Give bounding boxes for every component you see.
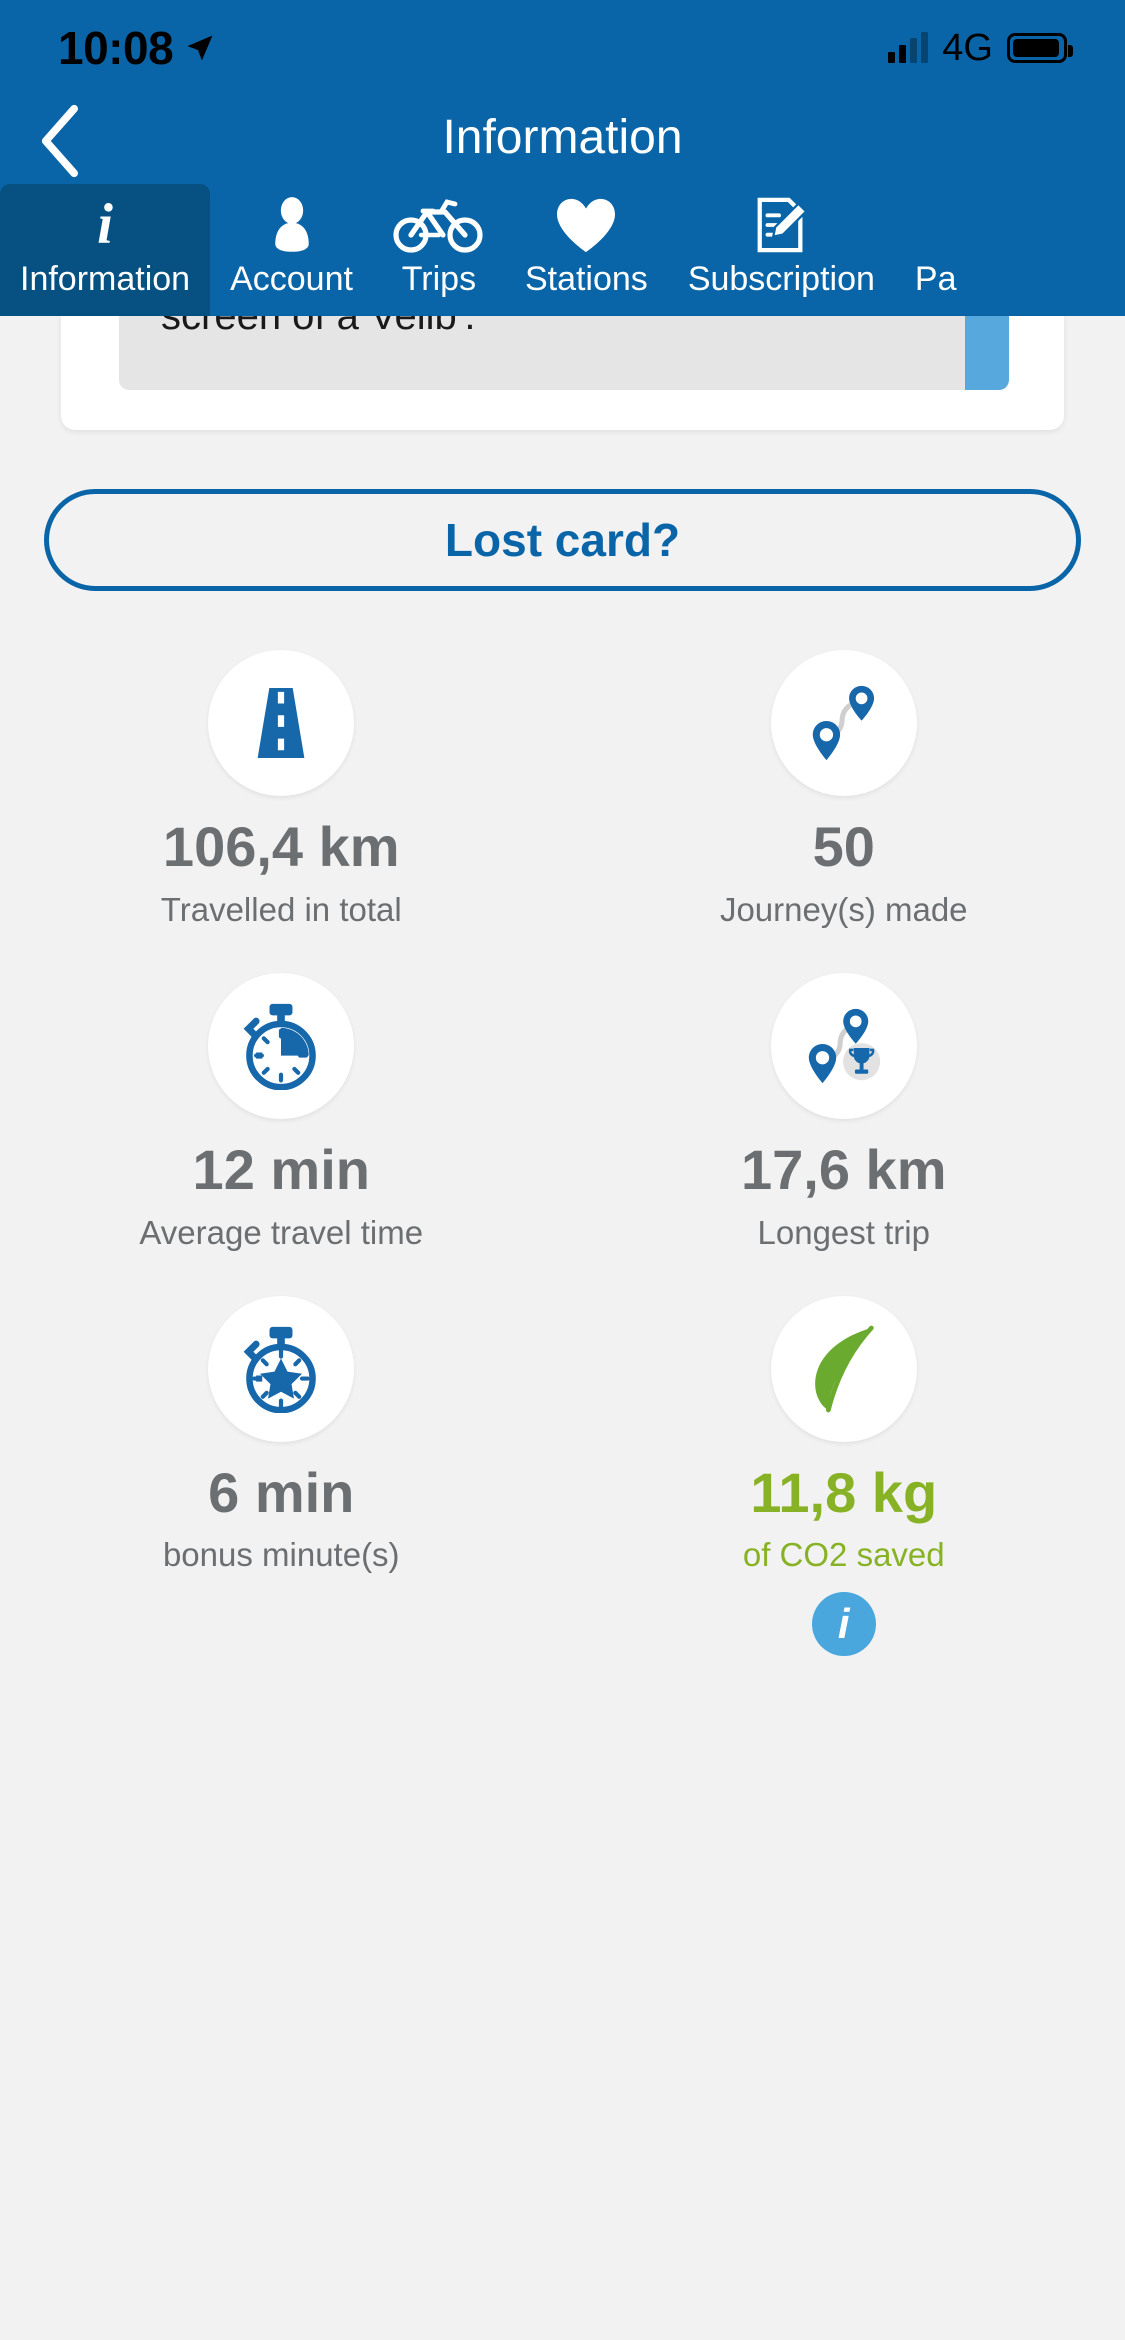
stat-icon-bubble xyxy=(770,650,917,796)
stat-value: 106,4 km xyxy=(162,815,400,878)
signal-bars-icon xyxy=(888,32,929,63)
stopwatch-icon xyxy=(243,1003,317,1090)
stat-icon-bubble xyxy=(208,650,355,796)
stat-travelled-in-total: 106,4 km Travelled in total xyxy=(0,650,563,937)
stopwatch-star-icon xyxy=(243,1326,317,1413)
tab-label: Trips xyxy=(401,260,477,298)
person-icon xyxy=(265,192,319,258)
co2-info-icon-glyph: i xyxy=(837,1600,850,1648)
information-card-text: screen of a Velib'. xyxy=(161,316,476,338)
battery-full-icon xyxy=(1007,33,1073,63)
co2-info-icon[interactable]: i xyxy=(811,1592,876,1657)
tab-label: Pa xyxy=(914,260,957,298)
location-arrow-icon xyxy=(187,35,213,61)
stat-icon-bubble xyxy=(770,972,917,1119)
tab-trips[interactable]: Trips xyxy=(373,184,505,316)
tab-information[interactable]: i Information xyxy=(0,184,211,316)
row-spacer xyxy=(0,937,1125,973)
page-title: Information xyxy=(442,111,683,164)
tab-label: Stations xyxy=(524,260,648,298)
stat-journeys-made: 50 Journey(s) made xyxy=(563,650,1125,937)
tab-bar[interactable]: i Information Account Trips Stations Sub… xyxy=(0,184,1125,316)
stat-value: 17,6 km xyxy=(741,1137,947,1201)
route-trophy-icon xyxy=(808,1008,880,1083)
stat-label: Journey(s) made xyxy=(719,890,968,928)
stat-label: Travelled in total xyxy=(160,890,402,928)
status-bar: 10:08 4G xyxy=(0,0,1125,96)
bicycle-icon xyxy=(393,192,485,258)
leaf-icon xyxy=(814,1325,874,1412)
lost-card-button-label: Lost card? xyxy=(444,514,681,566)
nav-bar: Information xyxy=(0,96,1125,184)
stat-value: 11,8 kg xyxy=(750,1460,938,1524)
information-card-textbox[interactable]: screen of a Velib'. xyxy=(119,316,1009,390)
stats-grid: 106,4 km Travelled in total 50 Journey(s… xyxy=(0,650,1125,1664)
app-screen: 10:08 4G Information i Information Accou… xyxy=(0,0,1125,2340)
status-bar-right: 4G xyxy=(888,26,1073,70)
stat-co2-saved: 11,8 kg of CO2 saved i xyxy=(563,1295,1125,1665)
stat-value: 6 min xyxy=(208,1460,355,1524)
stat-label: Average travel time xyxy=(139,1213,424,1251)
status-bar-left: 10:08 xyxy=(58,21,215,75)
stat-label: Longest trip xyxy=(757,1213,930,1251)
lost-card-button[interactable]: Lost card? xyxy=(44,489,1081,591)
tab-account[interactable]: Account xyxy=(210,184,373,316)
svg-text:i: i xyxy=(97,195,113,255)
heart-icon xyxy=(555,192,617,258)
stat-average-travel-time: 12 min Average travel time xyxy=(0,972,563,1260)
info-italic-icon: i xyxy=(87,192,123,258)
row-spacer xyxy=(0,1260,1125,1296)
network-label: 4G xyxy=(942,26,993,69)
stat-label: of CO2 saved xyxy=(742,1536,945,1574)
stat-value: 50 xyxy=(812,815,875,878)
stat-value: 12 min xyxy=(192,1137,370,1201)
route-pins-icon xyxy=(812,685,874,761)
road-icon xyxy=(257,687,305,759)
card-scrollbar[interactable] xyxy=(965,316,1009,390)
document-pencil-icon xyxy=(752,192,810,258)
tab-label: Subscription xyxy=(687,260,875,298)
status-time: 10:08 xyxy=(58,22,174,74)
stat-bonus-minutes: 6 min bonus minute(s) xyxy=(0,1295,563,1665)
stat-label: bonus minute(s) xyxy=(162,1536,400,1574)
stat-icon-bubble xyxy=(770,1295,917,1442)
tab-payment-partial[interactable]: Pa xyxy=(895,184,977,316)
stat-icon-bubble xyxy=(208,972,355,1119)
information-card: screen of a Velib'. xyxy=(61,316,1064,430)
tab-stations[interactable]: Stations xyxy=(505,184,668,316)
tab-label: Account xyxy=(230,260,353,298)
stat-longest-trip: 17,6 km Longest trip xyxy=(563,972,1125,1260)
tab-label: Information xyxy=(20,260,191,298)
tab-subscription[interactable]: Subscription xyxy=(668,184,895,316)
stat-icon-bubble xyxy=(208,1295,355,1442)
